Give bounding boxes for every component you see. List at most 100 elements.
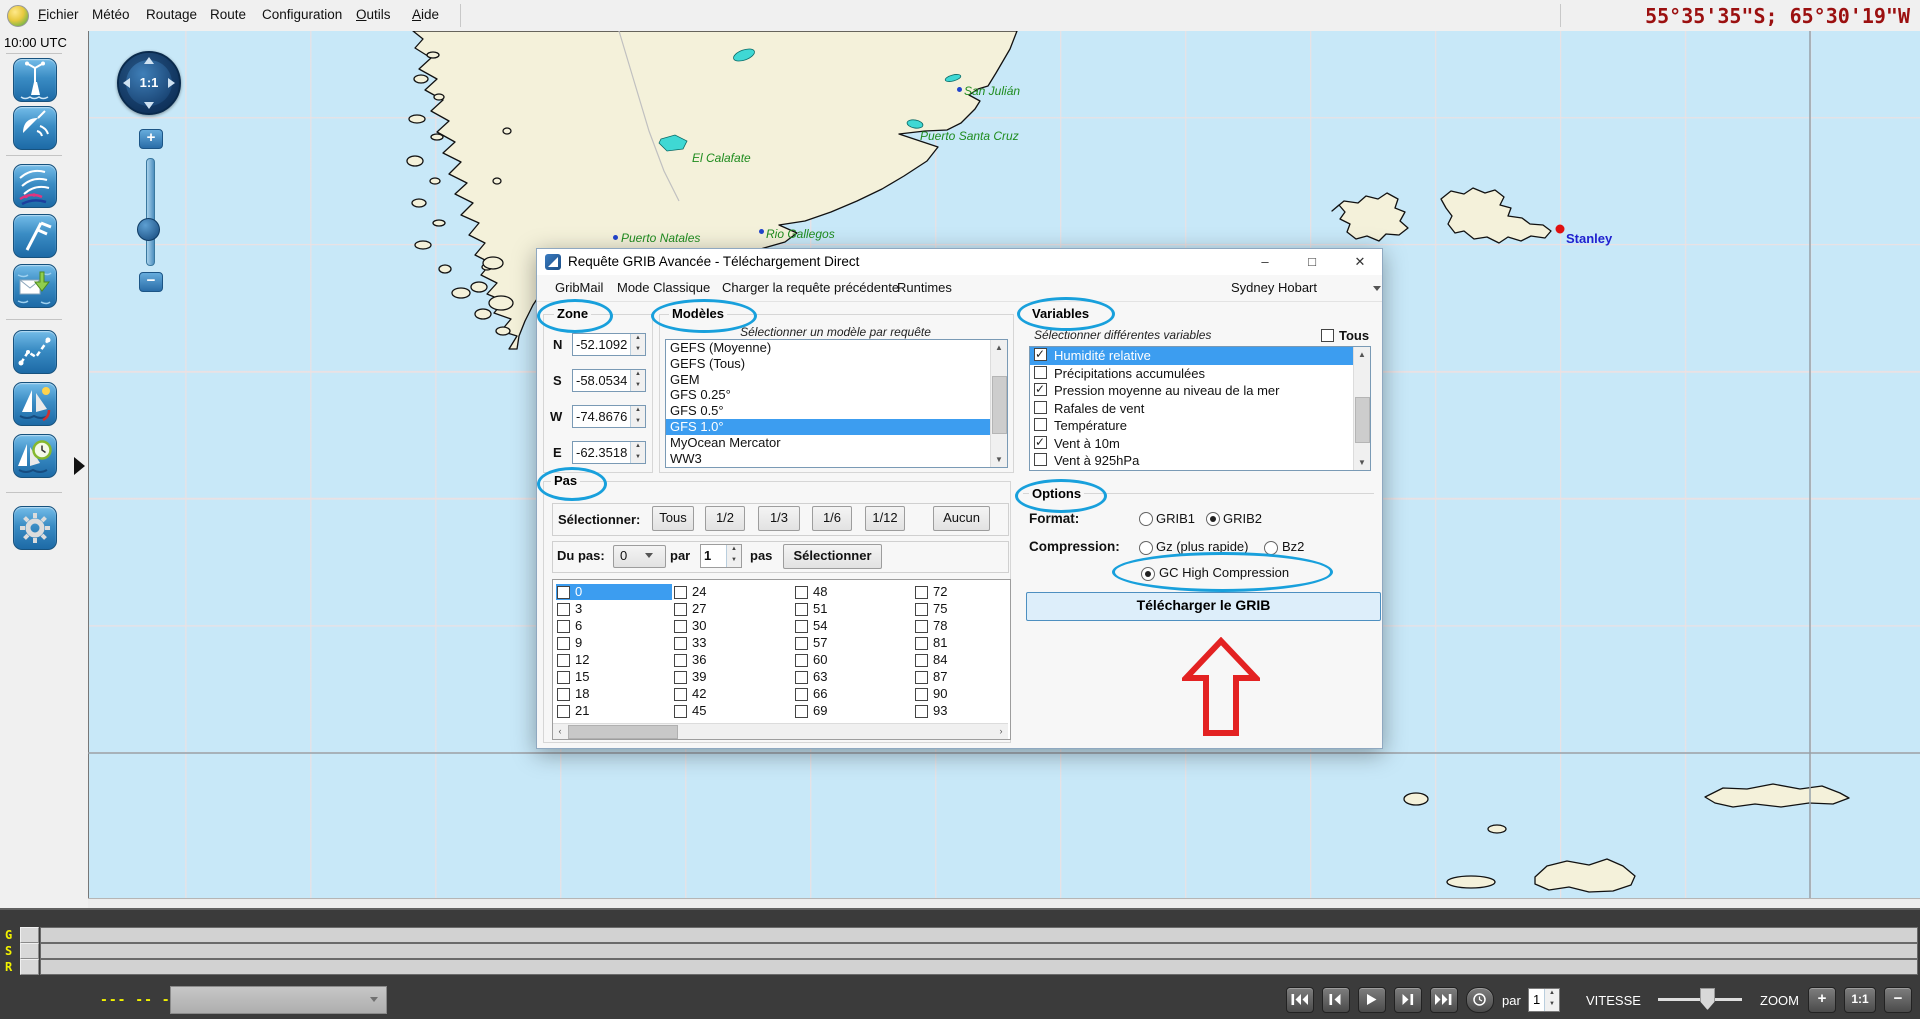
zoom-reset-button[interactable]: 1:1 xyxy=(1844,987,1876,1013)
range-selectionner-button[interactable]: Sélectionner xyxy=(783,544,882,569)
variable-checkbox[interactable] xyxy=(1034,366,1047,379)
variable-checkbox[interactable] xyxy=(1034,348,1047,361)
map-zoom-in-button[interactable]: + xyxy=(139,129,163,149)
step-checkbox[interactable] xyxy=(557,654,570,667)
menu-gribmail[interactable]: GribMail xyxy=(555,280,603,295)
gz-radio[interactable] xyxy=(1139,541,1153,555)
menu-aide[interactable]: Aide xyxy=(412,7,439,22)
step-sixth-button[interactable]: 1/6 xyxy=(812,506,852,531)
preset-combobox[interactable]: Sydney Hobart xyxy=(1231,280,1391,295)
zone-n-value[interactable]: -52.1092 xyxy=(576,337,627,352)
route-icon[interactable] xyxy=(13,330,57,374)
model-item[interactable]: GEM xyxy=(666,372,1007,388)
variable-checkbox[interactable] xyxy=(1034,401,1047,414)
zone-s-value[interactable]: -58.0534 xyxy=(576,373,627,388)
menu-meteo[interactable]: Météo xyxy=(92,7,130,22)
grib1-radio[interactable] xyxy=(1139,512,1153,526)
expand-panel-arrow-icon[interactable] xyxy=(74,457,85,475)
step-checkbox[interactable] xyxy=(915,688,928,701)
step-checkbox[interactable] xyxy=(795,637,808,650)
timeline-dropdown[interactable] xyxy=(170,986,387,1014)
zone-e-spinner[interactable]: ▲▼ xyxy=(630,442,645,463)
zone-s-input[interactable]: -58.0534 ▲▼ xyxy=(572,369,646,392)
map-zoom-slider-thumb[interactable] xyxy=(137,218,160,241)
step-checkbox[interactable] xyxy=(795,586,808,599)
variables-scrollbar[interactable]: ▲ ▼ xyxy=(1353,347,1370,470)
models-listbox[interactable]: GEFS (Moyenne) GEFS (Tous) GEM GFS 0.25°… xyxy=(665,339,1008,468)
gc-high-compression-radio[interactable] xyxy=(1141,567,1155,581)
sail-weather-icon[interactable] xyxy=(13,382,57,426)
zoom-out-button[interactable]: − xyxy=(1884,987,1912,1013)
model-item[interactable]: GEFS (Moyenne) xyxy=(666,340,1007,356)
tous-checkbox[interactable] xyxy=(1321,329,1334,342)
model-item[interactable]: MyOcean Mercator xyxy=(666,435,1007,451)
dialog-title-bar[interactable]: Requête GRIB Avancée - Téléchargement Di… xyxy=(537,249,1382,276)
variable-checkbox[interactable] xyxy=(1034,383,1047,396)
variable-item[interactable]: Température xyxy=(1030,417,1370,435)
sail-row-field[interactable] xyxy=(40,943,1918,959)
par-spin-buttons[interactable]: ▲▼ xyxy=(726,545,741,567)
variables-listbox[interactable]: Humidité relative Précipitations accumul… xyxy=(1029,346,1371,471)
frames-value[interactable]: 1 xyxy=(1533,992,1540,1007)
zone-n-spinner[interactable]: ▲▼ xyxy=(630,334,645,355)
step-checkbox[interactable] xyxy=(557,637,570,650)
step-checkbox[interactable] xyxy=(557,688,570,701)
step-checkbox[interactable] xyxy=(674,688,687,701)
play-button[interactable] xyxy=(1358,987,1386,1013)
chevron-down-icon[interactable] xyxy=(645,553,653,558)
scroll-down-icon[interactable]: ▼ xyxy=(1354,455,1370,470)
step-checkbox[interactable] xyxy=(915,603,928,616)
step-checkbox[interactable] xyxy=(795,688,808,701)
step-checkbox[interactable] xyxy=(557,586,570,599)
variable-checkbox[interactable] xyxy=(1034,453,1047,466)
step-checkbox[interactable] xyxy=(674,671,687,684)
chevron-down-icon[interactable] xyxy=(1373,286,1381,291)
models-scrollbar[interactable]: ▲ ▼ xyxy=(990,340,1007,467)
variable-item[interactable]: Rafales de vent xyxy=(1030,400,1370,418)
gps-row-field[interactable] xyxy=(40,927,1918,943)
scrollbar-thumb[interactable] xyxy=(568,725,678,739)
pan-left-arrow-icon[interactable] xyxy=(123,78,130,88)
model-item[interactable]: GFS 0.25° xyxy=(666,387,1007,403)
grib-mail-icon[interactable] xyxy=(13,264,57,308)
step-checkbox[interactable] xyxy=(915,620,928,633)
satellite-icon[interactable] xyxy=(13,106,57,150)
variable-item[interactable]: Vent à 10m xyxy=(1030,435,1370,453)
step-checkbox[interactable] xyxy=(674,603,687,616)
step-checkbox[interactable] xyxy=(795,620,808,633)
map-zoom-out-button[interactable]: − xyxy=(139,272,163,292)
step-checkbox[interactable] xyxy=(557,671,570,684)
scroll-right-icon[interactable]: › xyxy=(994,724,1008,739)
menu-outils[interactable]: Outils xyxy=(356,7,391,22)
scrollbar-thumb[interactable] xyxy=(1355,397,1370,443)
clock-button[interactable] xyxy=(1466,987,1494,1013)
step-aucun-button[interactable]: Aucun xyxy=(933,506,990,531)
route-row-button[interactable] xyxy=(20,959,39,975)
step-checkbox[interactable] xyxy=(915,654,928,667)
du-pas-dropdown[interactable]: 0 xyxy=(613,545,666,568)
frames-spinner[interactable]: 1 ▲▼ xyxy=(1528,988,1560,1012)
sail-clock-icon[interactable] xyxy=(13,434,57,478)
skip-first-button[interactable] xyxy=(1286,987,1314,1013)
step-third-button[interactable]: 1/3 xyxy=(758,506,800,531)
menu-runtimes[interactable]: Runtimes xyxy=(897,280,952,295)
speed-slider-thumb[interactable] xyxy=(1700,988,1715,1010)
menu-charger-requete[interactable]: Charger la requête précédente xyxy=(722,280,899,295)
bz2-radio[interactable] xyxy=(1264,541,1278,555)
grib2-radio[interactable] xyxy=(1206,512,1220,526)
compass-pan-control[interactable]: 1:1 xyxy=(117,51,181,115)
step-checkbox[interactable] xyxy=(795,671,808,684)
model-item[interactable]: GFS 0.5° xyxy=(666,403,1007,419)
zoom-in-button[interactable]: + xyxy=(1808,987,1836,1013)
step-checkbox[interactable] xyxy=(674,586,687,599)
step-checkbox[interactable] xyxy=(674,637,687,650)
scroll-up-icon[interactable]: ▲ xyxy=(1354,347,1370,362)
scroll-up-icon[interactable]: ▲ xyxy=(991,340,1007,355)
step-half-button[interactable]: 1/2 xyxy=(705,506,745,531)
step-checkbox[interactable] xyxy=(915,586,928,599)
steps-grid[interactable]: 0 3 6 9 12 15 18 21 24 27 30 33 36 39 42… xyxy=(552,579,1011,740)
zone-w-spinner[interactable]: ▲▼ xyxy=(630,406,645,427)
route-row-field[interactable] xyxy=(40,959,1918,975)
menu-routage[interactable]: Routage xyxy=(146,7,197,22)
par-spinner[interactable]: 1 ▲▼ xyxy=(700,544,742,568)
